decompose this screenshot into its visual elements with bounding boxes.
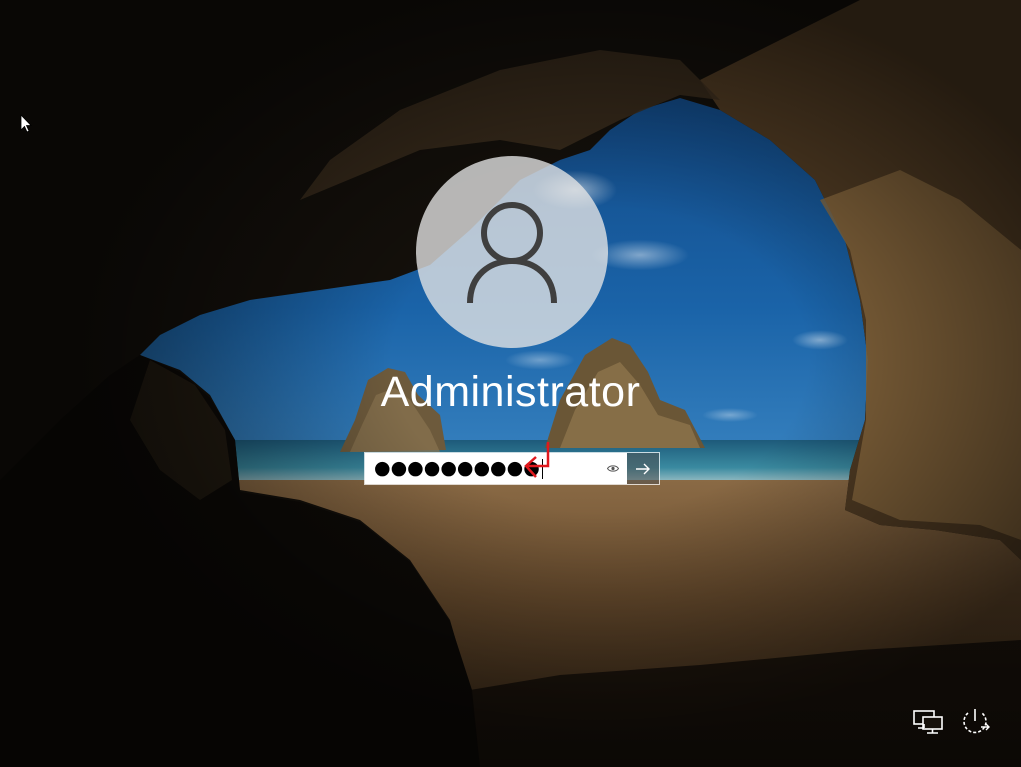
password-input[interactable]: ●●●●●●●●●●	[365, 453, 627, 484]
username-label: Administrator	[380, 368, 641, 416]
power-icon	[963, 709, 990, 734]
lock-screen: Administrator ●●●●●●●●●●	[0, 0, 1021, 767]
eye-icon	[607, 464, 619, 472]
network-icon	[913, 710, 943, 734]
reveal-password-button[interactable]	[605, 460, 621, 476]
password-masked-value: ●●●●●●●●●●	[374, 457, 540, 479]
network-button[interactable]	[911, 706, 945, 738]
user-avatar	[416, 156, 608, 348]
user-silhouette-icon	[467, 202, 557, 304]
submit-button[interactable]	[627, 453, 659, 484]
power-button[interactable]	[958, 706, 992, 738]
enter-arrow-icon	[524, 442, 550, 478]
arrow-right-icon	[636, 463, 650, 474]
password-box: ●●●●●●●●●●	[364, 452, 660, 485]
mouse-cursor-icon	[20, 114, 32, 133]
